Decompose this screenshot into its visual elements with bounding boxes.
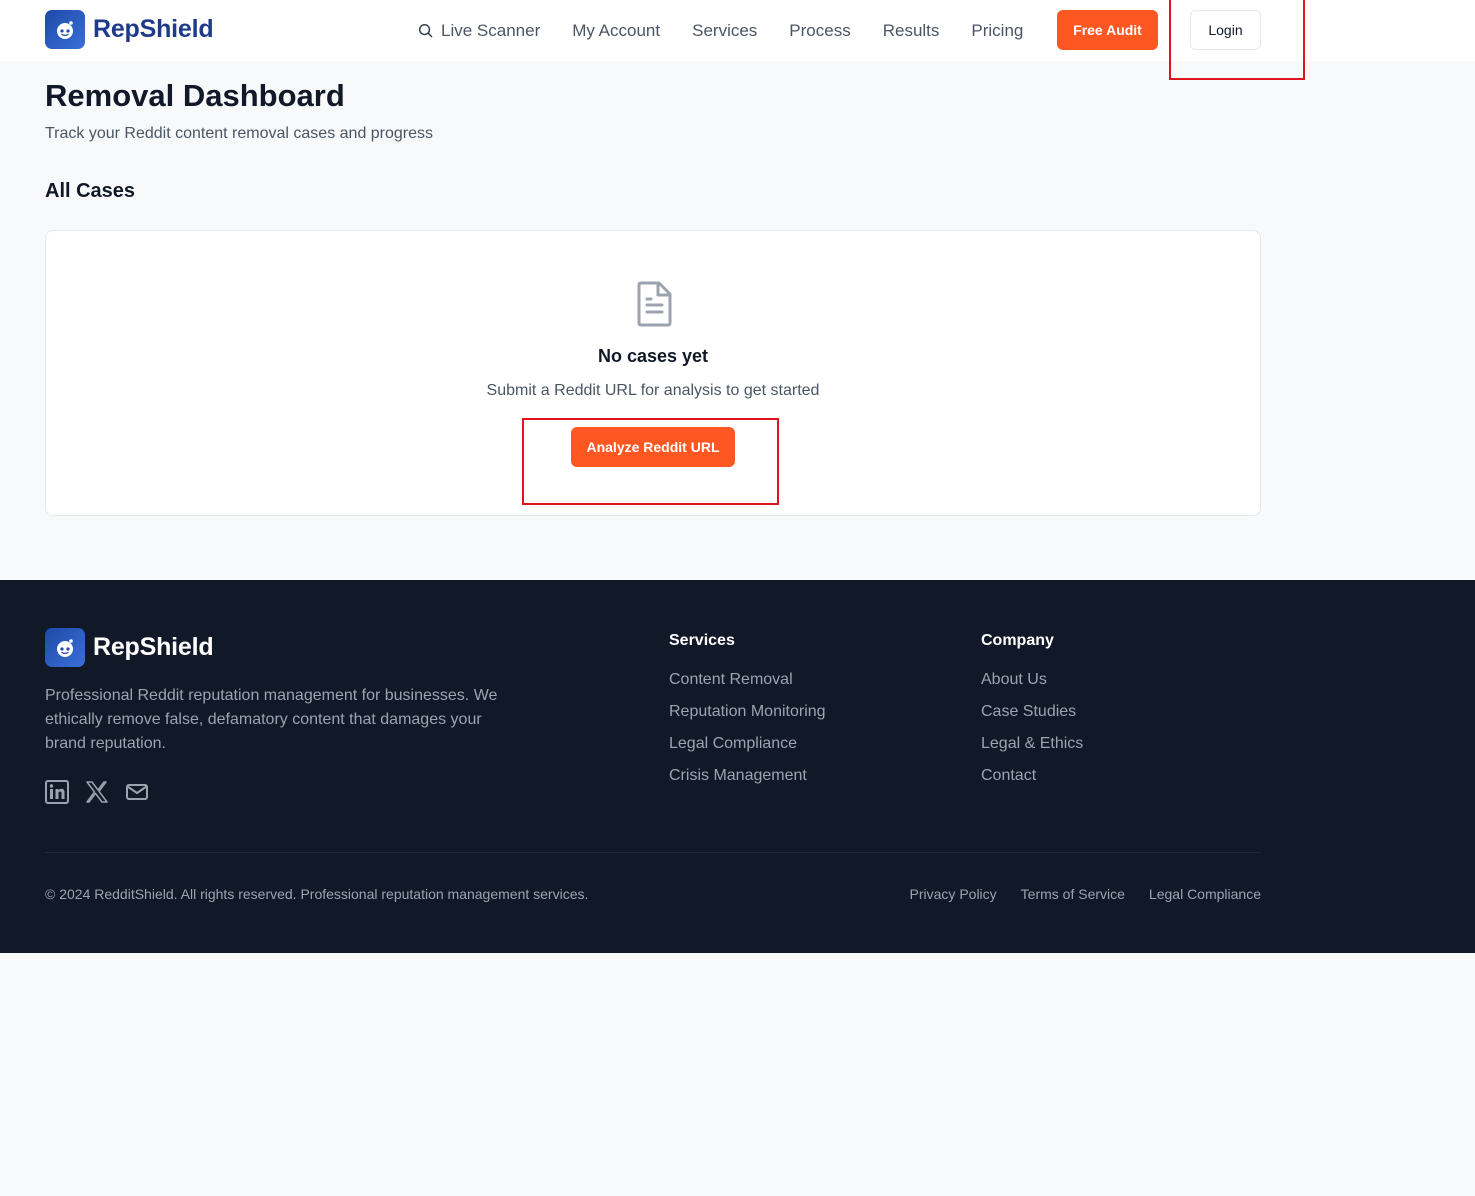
site-footer: RepShield Professional Reddit reputation… <box>0 580 1475 953</box>
free-audit-button[interactable]: Free Audit <box>1057 10 1158 50</box>
nav-services[interactable]: Services <box>692 21 757 41</box>
empty-state-subtitle: Submit a Reddit URL for analysis to get … <box>486 382 820 399</box>
reddit-shield-icon <box>45 10 85 49</box>
x-icon[interactable] <box>85 780 109 804</box>
footer-link-about-us[interactable]: About Us <box>981 670 1083 690</box>
page-subtitle: Track your Reddit content removal cases … <box>45 125 434 142</box>
document-icon <box>634 281 674 332</box>
page-title: Removal Dashboard <box>45 78 345 113</box>
footer-link-legal-compliance-bottom[interactable]: Legal Compliance <box>1149 886 1261 902</box>
nav-process[interactable]: Process <box>789 21 850 41</box>
reddit-shield-icon <box>45 628 85 667</box>
footer-link-privacy-policy[interactable]: Privacy Policy <box>910 886 997 902</box>
brand-logo[interactable]: RepShield <box>45 10 214 49</box>
analyze-highlight-box <box>522 418 779 505</box>
footer-copyright: © 2024 RedditShield. All rights reserved… <box>45 886 589 902</box>
nav-live-scanner[interactable]: Live Scanner <box>418 21 540 41</box>
section-title: All Cases <box>45 180 136 202</box>
footer-company-column: Company About Us Case Studies Legal & Et… <box>981 632 1083 798</box>
footer-link-reputation-monitoring[interactable]: Reputation Monitoring <box>669 702 826 722</box>
brand-name: RepShield <box>93 15 214 43</box>
footer-brand-name: RepShield <box>93 633 214 661</box>
nav-pricing[interactable]: Pricing <box>971 21 1023 41</box>
main-nav: Live Scanner My Account Services Process… <box>418 0 1055 61</box>
footer-company-heading: Company <box>981 632 1054 649</box>
mail-icon[interactable] <box>125 780 149 804</box>
footer-divider <box>45 852 1261 853</box>
footer-link-legal-ethics[interactable]: Legal & Ethics <box>981 734 1083 754</box>
footer-link-contact[interactable]: Contact <box>981 766 1083 786</box>
footer-link-crisis-management[interactable]: Crisis Management <box>669 766 826 786</box>
nav-label: Live Scanner <box>441 20 541 40</box>
footer-brand-logo[interactable]: RepShield <box>45 628 214 667</box>
linkedin-icon[interactable] <box>45 780 69 804</box>
footer-link-case-studies[interactable]: Case Studies <box>981 702 1083 722</box>
footer-services-column: Services Content Removal Reputation Moni… <box>669 632 826 798</box>
footer-link-terms-of-service[interactable]: Terms of Service <box>1021 886 1125 902</box>
search-icon <box>418 23 433 38</box>
footer-link-legal-compliance[interactable]: Legal Compliance <box>669 734 826 754</box>
footer-legal-links: Privacy Policy Terms of Service Legal Co… <box>886 886 1261 902</box>
footer-services-heading: Services <box>669 632 735 649</box>
empty-state-title: No cases yet <box>597 346 709 366</box>
footer-link-content-removal[interactable]: Content Removal <box>669 670 826 690</box>
nav-my-account[interactable]: My Account <box>572 21 660 41</box>
footer-description: Professional Reddit reputation managemen… <box>45 687 498 752</box>
social-links <box>45 780 165 804</box>
login-highlight-box <box>1169 0 1305 80</box>
nav-results[interactable]: Results <box>883 21 940 41</box>
